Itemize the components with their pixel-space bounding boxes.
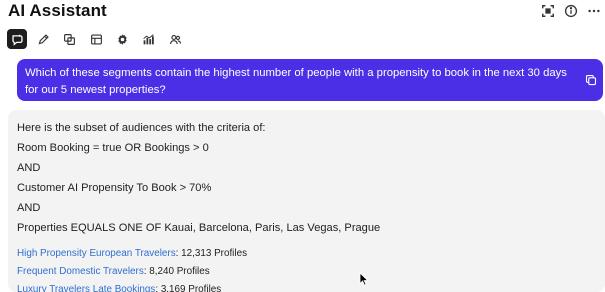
reply-criteria-line: Customer AI Propensity To Book > 70% [17, 182, 212, 194]
result-item: Luxury Travelers Late Bookings: 3,169 Pr… [17, 284, 221, 292]
reply-criteria-line: Properties EQUALS ONE OF Kauai, Barcelon… [17, 222, 381, 234]
app-header: AI Assistant [0, 0, 605, 26]
reply-intro: Here is the subset of audiences with the… [17, 122, 266, 134]
result-item: High Propensity European Travelers: 12,3… [17, 248, 247, 259]
reply-criteria-line: Room Booking = true OR Bookings > 0 [17, 142, 209, 154]
toolbar [7, 29, 192, 49]
user-message-bubble: Which of these segments contain the high… [17, 59, 603, 101]
profile-count: : 8,240 Profiles [143, 266, 210, 277]
copy-layers-icon[interactable] [60, 29, 80, 49]
profile-count: : 3,169 Profiles [155, 284, 222, 292]
info-icon[interactable] [563, 3, 579, 19]
more-icon[interactable] [586, 3, 602, 19]
ai-chat-icon[interactable] [7, 29, 27, 49]
reply-operator: AND [17, 162, 41, 174]
result-item: Frequent Domestic Travelers: 8,240 Profi… [17, 266, 210, 277]
mouse-cursor-icon [359, 272, 369, 286]
segment-link[interactable]: Frequent Domestic Travelers [17, 266, 144, 277]
copy-message-icon[interactable] [584, 73, 597, 86]
profile-count: : 12,313 Profiles [175, 248, 248, 259]
segment-link[interactable]: High Propensity European Travelers [17, 248, 176, 259]
pencil-icon[interactable] [33, 29, 53, 49]
app-title: AI Assistant [8, 1, 107, 20]
reply-operator: AND [17, 202, 41, 214]
segment-link[interactable]: Luxury Travelers Late Bookings [17, 284, 155, 292]
dataset-icon[interactable] [86, 29, 106, 49]
audience-icon[interactable] [165, 29, 185, 49]
user-message-text: Which of these segments contain the high… [25, 67, 567, 96]
assistant-reply: Here is the subset of audiences with the… [8, 110, 605, 292]
chart-icon[interactable] [139, 29, 159, 49]
settings-gear-icon[interactable] [113, 29, 133, 49]
expand-icon[interactable] [540, 3, 556, 19]
